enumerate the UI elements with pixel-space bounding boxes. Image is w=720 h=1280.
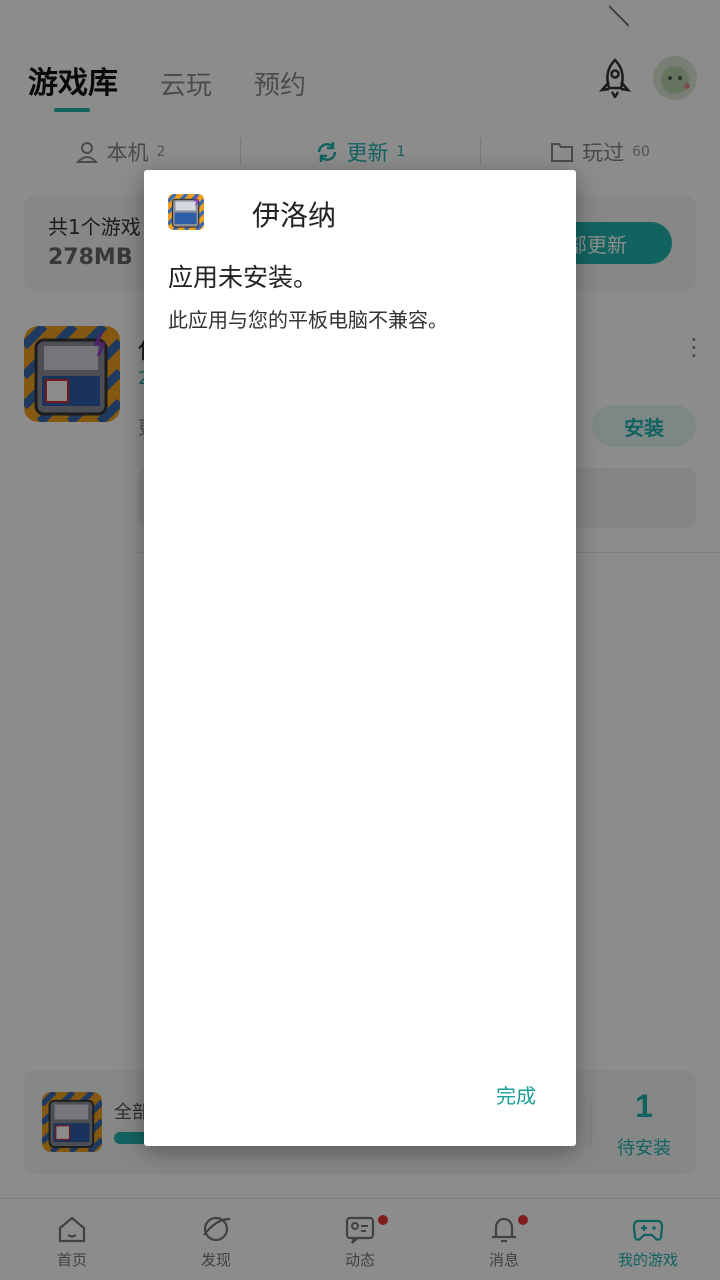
dialog-message: 此应用与您的平板电脑不兼容。	[168, 308, 448, 332]
app-not-installed-dialog: 伊洛纳 应用未安装。 此应用与您的平板电脑不兼容。 完成	[144, 170, 576, 1146]
dialog-app-icon	[168, 194, 204, 230]
dialog-title: 伊洛纳	[252, 199, 337, 232]
done-button[interactable]: 完成	[474, 1074, 558, 1114]
dialog-heading: 应用未安装。	[168, 263, 319, 292]
